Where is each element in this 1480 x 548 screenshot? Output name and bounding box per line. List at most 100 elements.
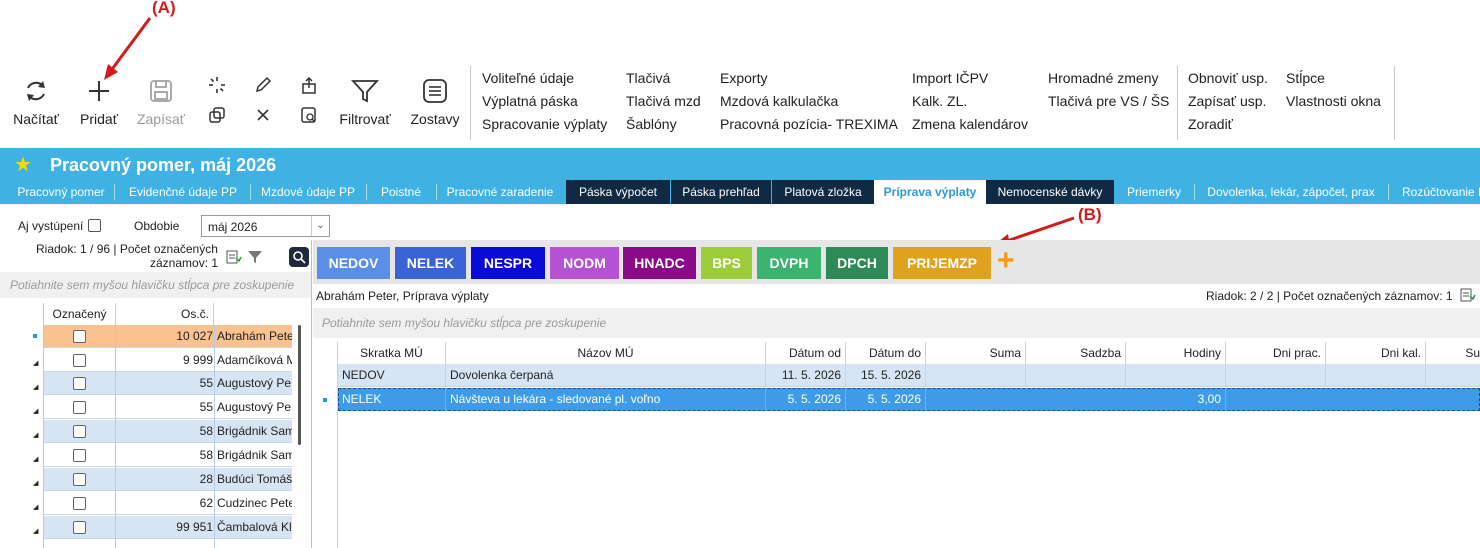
menu-item-import[interactable]: Import IČPV [912, 67, 1028, 90]
cell-amount [926, 364, 1026, 387]
column-header-code[interactable]: Skratka MÚ [338, 342, 446, 364]
row-indicator-icon: ◢ [33, 432, 39, 439]
tab-sickness-benefits[interactable]: Nemocenské dávky [986, 180, 1114, 204]
row-checkbox[interactable] [73, 354, 86, 367]
row-checkbox[interactable] [73, 449, 86, 462]
tab-records-pp[interactable]: Evidenčné údaje PP [118, 180, 248, 204]
column-header-more[interactable]: Su [1426, 342, 1480, 364]
row-checkbox[interactable] [73, 401, 86, 414]
copy-icon[interactable] [208, 106, 226, 124]
menu-item-sort[interactable]: Zoradiť [1188, 113, 1268, 136]
export-grid-icon[interactable] [1460, 287, 1476, 303]
edit-icon[interactable] [254, 76, 272, 94]
menu-group-3: Exporty Mzdová kalkulačka Pracovná pozíc… [720, 67, 898, 136]
add-button[interactable]: Pridať [74, 78, 124, 127]
row-checkbox[interactable] [73, 521, 86, 534]
menu-item-window-properties[interactable]: Vlastnosti okna [1286, 90, 1381, 113]
chip-hnadc[interactable]: HNADC [623, 247, 696, 279]
menu-item-payslip[interactable]: Výplatná páska [482, 90, 607, 113]
chip-bps[interactable]: BPS [701, 247, 752, 279]
table-row[interactable]: 58 Brigádnik Sam [44, 420, 292, 443]
table-row[interactable]: 10 027 Abrahám Peter [44, 325, 292, 348]
tab-insurance[interactable]: Poistné [368, 180, 434, 204]
table-row[interactable]: 55 Augustový Pe [44, 372, 292, 395]
menu-item-forms-vs-ss[interactable]: Tlačivá pre VS / ŠS [1048, 90, 1169, 113]
tab-employment[interactable]: Pracovný pomer [8, 180, 114, 204]
menu-item-change-calendars[interactable]: Zmena kalendárov [912, 113, 1028, 136]
menu-item-bulk-changes[interactable]: Hromadné zmeny [1048, 67, 1169, 90]
menu-item-forms[interactable]: Tlačivá [626, 67, 701, 90]
column-header-date-to[interactable]: Dátum do [846, 342, 926, 364]
scrollbar-thumb[interactable] [298, 325, 301, 445]
chip-prijemzp[interactable]: PRIJEMZP [893, 247, 991, 279]
grid-line [214, 325, 215, 548]
cell-name: Dovolenka čerpaná [446, 364, 766, 387]
column-header-work-days[interactable]: Dni prac. [1226, 342, 1326, 364]
filter-icon[interactable] [247, 249, 263, 265]
menu-item-job-position[interactable]: Pracovná pozícia- TREXIMA [720, 113, 898, 136]
column-header-name[interactable]: Názov MÚ [446, 342, 766, 364]
include-left-checkbox[interactable] [88, 219, 101, 232]
table-row[interactable]: 99 951 Čambalová Kla [44, 516, 292, 539]
table-row[interactable]: 55 Augustový Pe [44, 396, 292, 419]
reload-button[interactable]: Načítať [10, 78, 62, 127]
row-indicator-column [313, 342, 338, 548]
menu-item-restore-layout[interactable]: Obnoviť usp. [1188, 67, 1268, 90]
menu-item-wage-calculator[interactable]: Mzdová kalkulačka [720, 90, 898, 113]
chip-nespr[interactable]: NESPR [471, 247, 545, 279]
row-checkbox[interactable] [73, 497, 86, 510]
chip-dpch[interactable]: DPCH [826, 247, 888, 279]
column-header-calendar-days[interactable]: Dni kal. [1326, 342, 1426, 364]
column-header-marked[interactable]: Označený [44, 303, 116, 325]
filter-button[interactable]: Filtrovať [336, 78, 394, 127]
row-checkbox[interactable] [73, 425, 86, 438]
tab-payslip-overview[interactable]: Páska prehľad [671, 180, 771, 204]
table-row[interactable]: 58 Brigádnik Sam [44, 444, 292, 467]
tab-averages[interactable]: Priemerky [1116, 180, 1192, 204]
chip-nedov[interactable]: NEDOV [317, 247, 390, 279]
menu-item-columns[interactable]: Stĺpce [1286, 67, 1381, 90]
save-button[interactable]: Zapísať [134, 78, 188, 127]
cell-code: NEDOV [338, 364, 446, 387]
chip-nelek[interactable]: NELEK [395, 247, 466, 279]
menu-item-optional-data[interactable]: Voliteľné údaje [482, 67, 607, 90]
tab-job-classification[interactable]: Pracovné zaradenie [438, 180, 562, 204]
table-row[interactable]: 28 Budúci Tomáš [44, 468, 292, 491]
column-header-hours[interactable]: Hodiny [1126, 342, 1226, 364]
menu-item-exports[interactable]: Exporty [720, 67, 898, 90]
tab-cost-allocation[interactable]: Rozúčtovanie P [1392, 180, 1480, 204]
preview-icon[interactable] [300, 106, 318, 124]
column-header-amount[interactable]: Suma [926, 342, 1026, 364]
period-select[interactable]: máj 2026 ⌄ [201, 215, 330, 237]
menu-item-templates[interactable]: Šablóny [626, 113, 701, 136]
reports-button[interactable]: Zostavy [406, 78, 464, 127]
column-header-date-from[interactable]: Dátum od [766, 342, 846, 364]
row-checkbox[interactable] [73, 473, 86, 486]
column-header-number[interactable]: Os.č. [116, 303, 214, 325]
tab-salary-component[interactable]: Platová zložka [772, 180, 874, 204]
chip-dvph[interactable]: DVPH [757, 247, 821, 279]
chevron-down-icon[interactable]: ⌄ [311, 216, 329, 236]
table-row[interactable]: 9 999 Adamčíková M [44, 349, 292, 372]
table-row[interactable]: 62 Cudzinec Pete [44, 492, 292, 515]
search-panel-icon[interactable] [288, 246, 310, 268]
tab-payslip-calc[interactable]: Páska výpočet [566, 180, 670, 204]
loading-icon[interactable] [208, 76, 226, 94]
tab-payroll-preparation[interactable]: Príprava výplaty [874, 180, 986, 204]
delete-icon[interactable] [254, 106, 272, 124]
chip-nodm[interactable]: NODM [550, 247, 619, 279]
export-grid-icon[interactable] [226, 249, 242, 265]
row-checkbox[interactable] [73, 377, 86, 390]
tab-wage-data-pp[interactable]: Mzdové údaje PP [252, 180, 364, 204]
add-chip-button[interactable]: + [997, 245, 1015, 277]
export-icon[interactable] [300, 76, 318, 94]
menu-item-save-layout[interactable]: Zapísať usp. [1188, 90, 1268, 113]
menu-item-payroll-processing[interactable]: Spracovanie výplaty [482, 113, 607, 136]
menu-item-calc-zl[interactable]: Kalk. ZL. [912, 90, 1028, 113]
favorite-star-icon[interactable]: ★ [14, 152, 32, 177]
column-header-rate[interactable]: Sadzba [1026, 342, 1126, 364]
menu-item-wage-forms[interactable]: Tlačivá mzd [626, 90, 701, 113]
cell-name: Návšteva u lekára - sledované pl. voľno [446, 388, 766, 411]
row-checkbox[interactable] [73, 330, 86, 343]
tab-vacation-doctor[interactable]: Dovolenka, lekár, zápočet, prax [1196, 180, 1386, 204]
